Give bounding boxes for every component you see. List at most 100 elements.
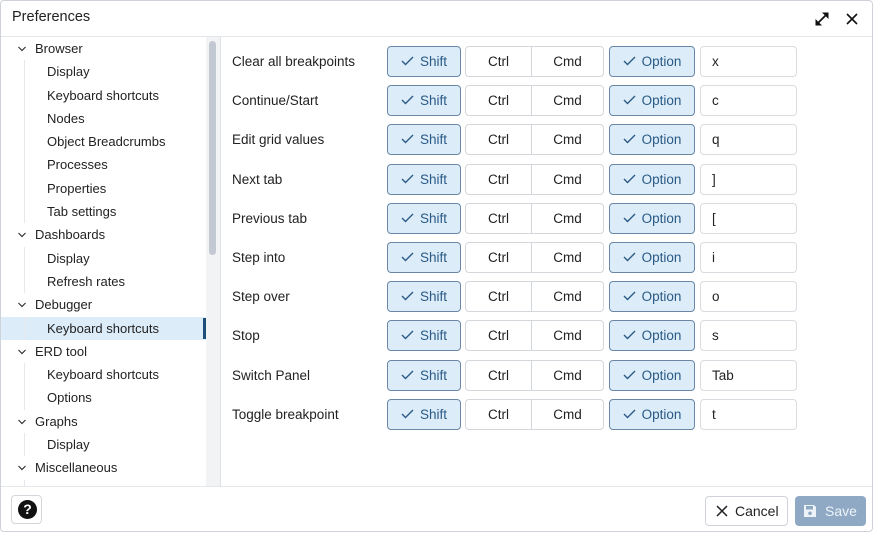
ctrl-toggle[interactable]: Ctrl	[466, 203, 532, 233]
sidebar-group-label: ERD tool	[35, 343, 88, 359]
sidebar-group-miscellaneous[interactable]: Miscellaneous	[1, 456, 206, 479]
cmd-toggle[interactable]: Cmd	[532, 243, 603, 272]
shift-toggle[interactable]: Shift	[387, 85, 461, 117]
sidebar-item-properties[interactable]: Properties	[1, 177, 206, 200]
cmd-label: Cmd	[553, 54, 582, 69]
cmd-label: Cmd	[553, 93, 582, 109]
help-button[interactable]: ?	[11, 495, 42, 524]
option-label: Option	[641, 93, 682, 109]
shortcut-key-input[interactable]	[700, 202, 797, 234]
shift-toggle[interactable]: Shift	[387, 46, 461, 77]
shortcut-key-input[interactable]	[700, 85, 797, 117]
ctrl-toggle[interactable]: Ctrl	[466, 399, 532, 429]
sidebar-group-dashboards[interactable]: Dashboards	[1, 223, 206, 246]
cmd-toggle[interactable]: Cmd	[532, 125, 603, 154]
sidebar-group-erd-tool[interactable]: ERD tool	[1, 340, 206, 363]
maximize-button[interactable]	[812, 9, 832, 29]
chevron-down-icon[interactable]	[17, 300, 27, 310]
shift-toggle[interactable]: Shift	[387, 163, 461, 195]
option-toggle[interactable]: Option	[609, 281, 695, 313]
sidebar-item-display[interactable]: Display	[1, 247, 206, 270]
tree-guide-line	[24, 316, 25, 340]
sidebar-item-object-breadcrumbs[interactable]: Object Breadcrumbs	[1, 130, 206, 153]
sidebar-item-tab-settings[interactable]: Tab settings	[1, 200, 206, 223]
close-icon	[846, 13, 858, 25]
dialog-title: Preferences	[12, 9, 91, 25]
shift-toggle[interactable]: Shift	[387, 202, 461, 234]
shortcut-key-input[interactable]	[700, 320, 797, 352]
option-toggle[interactable]: Option	[609, 359, 695, 391]
cmd-toggle[interactable]: Cmd	[532, 321, 603, 350]
option-toggle[interactable]: Option	[609, 46, 695, 77]
ctrl-toggle[interactable]: Ctrl	[466, 360, 532, 390]
sidebar-scrollbar-thumb[interactable]	[209, 41, 216, 255]
ctrl-toggle[interactable]: Ctrl	[466, 282, 532, 312]
shortcut-key-input[interactable]	[700, 359, 797, 391]
sidebar-group-debugger[interactable]: Debugger	[1, 293, 206, 316]
cmd-toggle[interactable]: Cmd	[532, 204, 603, 233]
cmd-toggle[interactable]: Cmd	[532, 282, 603, 311]
ctrl-toggle[interactable]: Ctrl	[466, 125, 532, 155]
sidebar-item-label: Tab settings	[47, 204, 117, 220]
shortcut-key-input[interactable]	[700, 281, 797, 313]
sidebar-item-keyboard-shortcuts[interactable]: Keyboard shortcuts	[1, 363, 206, 386]
option-label: Option	[641, 171, 682, 187]
ctrl-cmd-toggle-group: Ctrl Cmd	[465, 85, 604, 117]
chevron-down-icon[interactable]	[17, 417, 27, 427]
cmd-toggle[interactable]: Cmd	[532, 86, 603, 115]
option-toggle[interactable]: Option	[609, 163, 695, 195]
sidebar-item-label: Options	[47, 390, 92, 406]
cmd-toggle[interactable]: Cmd	[532, 361, 603, 390]
sidebar-group-browser[interactable]: Browser	[1, 37, 206, 60]
cmd-toggle[interactable]: Cmd	[532, 47, 603, 76]
ctrl-toggle[interactable]: Ctrl	[466, 321, 532, 351]
sidebar-item-keyboard-shortcuts[interactable]: Keyboard shortcuts	[1, 316, 206, 340]
shift-toggle[interactable]: Shift	[387, 398, 461, 430]
sidebar-item-processes[interactable]: Processes	[1, 153, 206, 176]
ctrl-toggle[interactable]: Ctrl	[466, 86, 532, 116]
check-icon	[623, 252, 636, 262]
shift-toggle[interactable]: Shift	[387, 124, 461, 156]
option-toggle[interactable]: Option	[609, 320, 695, 352]
close-button[interactable]	[843, 10, 861, 28]
cancel-button[interactable]: Cancel	[705, 496, 788, 526]
cmd-toggle[interactable]: Cmd	[532, 165, 603, 194]
ctrl-label: Ctrl	[488, 367, 509, 383]
ctrl-label: Ctrl	[488, 54, 509, 69]
shift-toggle[interactable]: Shift	[387, 242, 461, 273]
shortcut-key-input[interactable]	[700, 242, 797, 273]
sidebar-item-nodes[interactable]: Nodes	[1, 107, 206, 130]
option-toggle[interactable]: Option	[609, 398, 695, 430]
sidebar-group-graphs[interactable]: Graphs	[1, 410, 206, 433]
sidebar-item-display[interactable]: Display	[1, 60, 206, 83]
chevron-down-icon[interactable]	[17, 347, 27, 357]
option-toggle[interactable]: Option	[609, 124, 695, 156]
sidebar-item-options[interactable]: Options	[1, 386, 206, 409]
tree-guide-line	[24, 363, 25, 410]
sidebar-item-display[interactable]: Display	[1, 433, 206, 456]
option-toggle[interactable]: Option	[609, 242, 695, 273]
ctrl-toggle[interactable]: Ctrl	[466, 47, 532, 76]
shift-toggle[interactable]: Shift	[387, 281, 461, 313]
save-button[interactable]: Save	[795, 496, 866, 526]
chevron-down-icon[interactable]	[17, 463, 27, 473]
ctrl-toggle[interactable]: Ctrl	[466, 243, 532, 272]
ctrl-cmd-toggle-group: Ctrl Cmd	[465, 320, 604, 352]
shortcut-key-input[interactable]	[700, 46, 797, 77]
shift-toggle[interactable]: Shift	[387, 320, 461, 352]
sidebar-scrollbar[interactable]	[206, 37, 220, 486]
shortcut-key-input[interactable]	[700, 124, 797, 156]
cmd-toggle[interactable]: Cmd	[532, 400, 603, 429]
chevron-down-icon[interactable]	[17, 230, 27, 240]
shortcut-key-input[interactable]	[700, 398, 797, 430]
shortcut-key-input[interactable]	[700, 163, 797, 195]
shortcut-row: Next tab Shift Ctrl Cmd Option	[221, 163, 821, 197]
ctrl-toggle[interactable]: Ctrl	[466, 164, 532, 194]
option-toggle[interactable]: Option	[609, 85, 695, 117]
sidebar-item-keyboard-shortcuts[interactable]: Keyboard shortcuts	[1, 84, 206, 107]
chevron-down-icon[interactable]	[17, 44, 27, 54]
sidebar-item-label: Nodes	[47, 110, 85, 126]
option-toggle[interactable]: Option	[609, 202, 695, 234]
shift-toggle[interactable]: Shift	[387, 359, 461, 391]
sidebar-item-refresh-rates[interactable]: Refresh rates	[1, 270, 206, 293]
